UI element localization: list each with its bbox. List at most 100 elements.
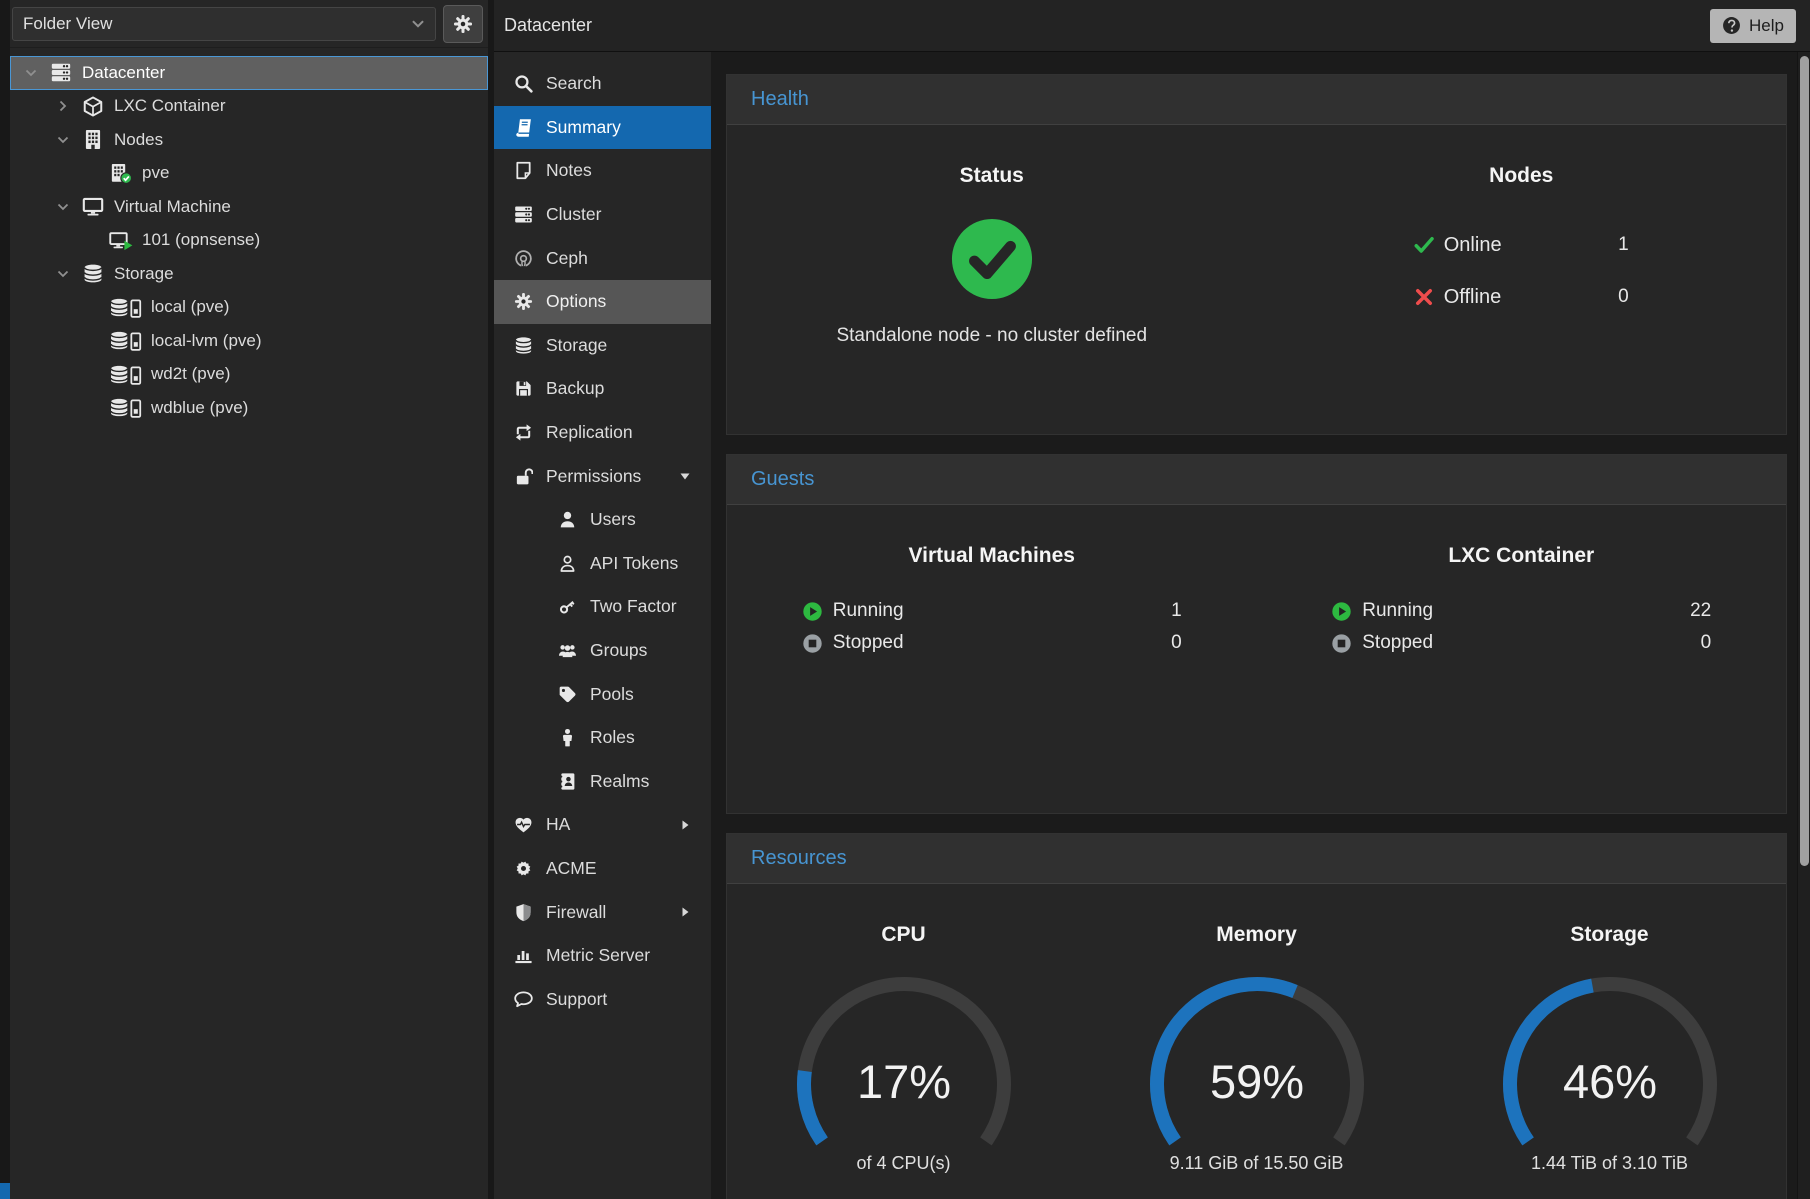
shield-icon [514,903,533,922]
nav-item-summary[interactable]: Summary [494,106,711,150]
nav-item-ha[interactable]: HA [494,803,711,847]
nav-item-metric-server[interactable]: Metric Server [494,934,711,978]
nav-item-groups[interactable]: Groups [494,629,711,673]
storage-drive-icon [109,364,142,385]
heartbeat-icon [514,815,533,834]
nav-item-storage[interactable]: Storage [494,324,711,368]
comment-icon [514,990,533,1009]
nav-item-permissions[interactable]: Permissions [494,454,711,498]
guests-panel-header: Guests [727,455,1786,505]
book-icon [514,118,533,137]
nav-item-notes[interactable]: Notes [494,149,711,193]
resources-panel-title: Resources [751,847,847,870]
nav-item-label: Search [546,73,601,94]
gear-icon [514,292,533,311]
nav-item-replication[interactable]: Replication [494,411,711,455]
tree-item-wd2t-pve[interactable]: wd2t (pve) [10,358,488,392]
nav-item-label: Groups [590,640,647,661]
guests-column-lxc-container: LXC ContainerRunning22Stopped0 [1257,505,1787,813]
nav-item-firewall[interactable]: Firewall [494,890,711,934]
tree-settings-button[interactable] [443,5,483,43]
gauge-storage: Storage46%1.44 TiB of 3.10 TiB [1433,884,1786,1199]
caret-down-icon [679,470,691,482]
nav-item-acme[interactable]: ACME [494,847,711,891]
person-icon [558,728,577,747]
nav-item-search[interactable]: Search [494,62,711,106]
nav-menu: Search Summary Notes Cluster CephOptionsStor… [494,52,711,1199]
nav-item-backup[interactable]: Backup [494,367,711,411]
caret-right-icon [679,906,691,918]
chevron-right-icon[interactable] [55,97,81,115]
guest-status-value: 1 [1171,600,1182,622]
nav-item-label: Users [590,509,636,530]
nav-item-label: API Tokens [590,553,678,574]
address-book-icon [558,772,577,791]
tree-item-local-pve[interactable]: local (pve) [10,291,488,325]
topbar: Datacenter Help [494,0,1810,52]
tree-item-label: LXC Container [114,96,226,116]
tree-toolbar: Folder View [10,0,488,48]
chevron-down-icon[interactable] [23,64,49,82]
guest-status-row-running: Running1 [802,597,1182,625]
seal-icon [514,859,533,878]
tree-item-label: wdblue (pve) [151,398,248,418]
guest-status-list: Running22Stopped0 [1331,597,1711,657]
nav-item-api-tokens[interactable]: API Tokens [494,542,711,586]
nav-item-label: Cluster [546,204,601,225]
svg-text:46%: 46% [1562,1055,1656,1108]
content-area: Health Status Standalone node - no clust… [711,52,1797,1199]
tree-item-label: wd2t (pve) [151,364,230,384]
chevron-down-icon[interactable] [55,131,81,149]
gear-icon [453,14,473,34]
nav-item-label: Summary [546,117,621,138]
tree-item-101-opnsense[interactable]: 101 (opnsense) [10,224,488,258]
tree-item-lxc-container[interactable]: LXC Container [10,90,488,124]
nav-item-cluster[interactable]: Cluster [494,193,711,237]
nav-item-ceph[interactable]: Ceph [494,236,711,280]
play-circle-icon [802,601,823,622]
health-nodes-column: Nodes Online1Offline0 [1257,125,1787,434]
nav-item-two-factor[interactable]: Two Factor [494,585,711,629]
caret-right-icon [679,819,691,831]
nav-item-users[interactable]: Users [494,498,711,542]
tree-item-wdblue-pve[interactable]: wdblue (pve) [10,391,488,425]
guest-status-value: 0 [1171,632,1182,654]
content-scrollbar[interactable] [1797,52,1810,1199]
nav-item-options[interactable]: Options [494,280,711,324]
tree-item-local-lvm-pve[interactable]: local-lvm (pve) [10,324,488,358]
tree-item-nodes[interactable]: Nodes [10,123,488,157]
nav-item-support[interactable]: Support [494,977,711,1021]
guests-column-virtual-machines: Virtual MachinesRunning1Stopped0 [727,505,1257,813]
nav-item-roles[interactable]: Roles [494,716,711,760]
tree-item-storage[interactable]: Storage [10,257,488,291]
nav-item-label: Realms [590,771,649,792]
tree-item-pve[interactable]: pve [10,157,488,191]
guest-status-label: Running [1362,600,1433,622]
guest-status-row-running: Running22 [1331,597,1711,625]
view-selector[interactable]: Folder View [12,7,436,41]
help-button[interactable]: Help [1710,9,1796,43]
view-selector-value: Folder View [23,14,112,34]
gauge-cpu: CPU17%of 4 CPU(s) [727,884,1080,1199]
scrollbar-thumb[interactable] [1800,56,1809,866]
tree-item-label: Datacenter [82,63,165,83]
cpu-gauge: 17%of 4 CPU(s) [764,966,1044,1174]
user-icon [558,510,577,529]
tree-item-label: Virtual Machine [114,197,231,217]
tree-item-virtual-machine[interactable]: Virtual Machine [10,190,488,224]
tag-icon [558,685,577,704]
gauge-heading: Storage [1570,920,1648,950]
status-heading: Status [960,161,1024,191]
nav-item-realms[interactable]: Realms [494,760,711,804]
floppy-icon [514,379,533,398]
nav-item-pools[interactable]: Pools [494,672,711,716]
tree-item-datacenter[interactable]: Datacenter [10,56,488,90]
database-icon [81,263,105,284]
chevron-down-icon [409,15,427,33]
search-icon [514,74,533,93]
node-status-list: Online1Offline0 [1414,231,1629,311]
gauge-caption: 9.11 GiB of 15.50 GiB [1170,1153,1344,1174]
chevron-down-icon[interactable] [55,265,81,283]
chevron-down-icon[interactable] [55,198,81,216]
nodes-heading: Nodes [1489,161,1553,191]
